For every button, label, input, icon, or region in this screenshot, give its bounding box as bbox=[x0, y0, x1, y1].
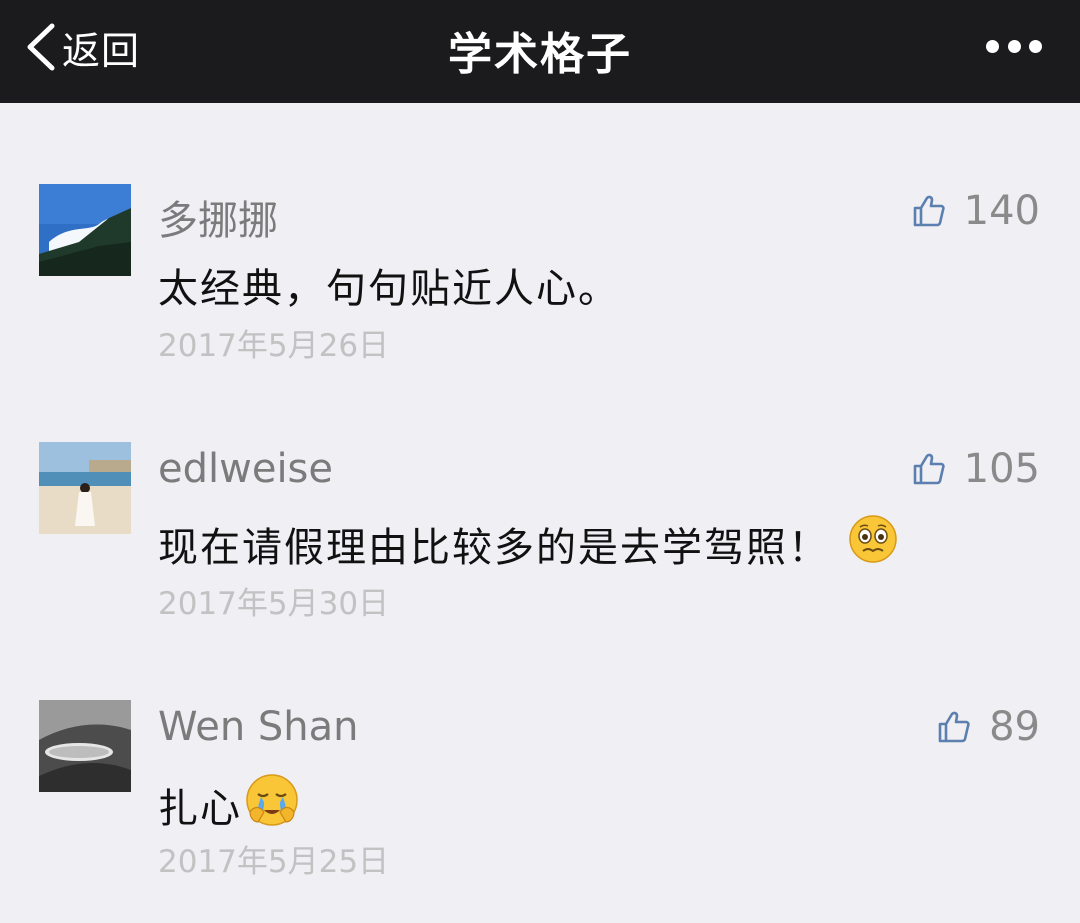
comment-text: 太经典，句句贴近人心。 bbox=[158, 256, 620, 314]
more-dots-icon[interactable] bbox=[986, 37, 1042, 55]
avatar[interactable] bbox=[39, 442, 131, 534]
thumbs-up-icon bbox=[913, 195, 945, 227]
pleading-face-emoji-icon bbox=[848, 514, 898, 574]
thumbs-up-icon bbox=[913, 453, 945, 485]
like-count: 140 bbox=[963, 188, 1040, 234]
comment-date: 2017年5月30日 bbox=[158, 586, 390, 622]
comment-nickname[interactable]: edlweise bbox=[158, 446, 333, 492]
thumbs-up-icon bbox=[938, 711, 970, 743]
comment-item: 多挪挪 140 太经典，句句贴近人心。 2017年5月26日 bbox=[0, 184, 1080, 384]
comment-date: 2017年5月26日 bbox=[158, 328, 390, 364]
comment-item: edlweise 105 现在请假理由比较多的是去学驾照！ 2017年5月30日 bbox=[0, 442, 1080, 642]
comment-item: Wen Shan 89 扎心 2017年5月25日 bbox=[0, 700, 1080, 900]
comment-text-content: 扎心 bbox=[158, 786, 242, 832]
like-count: 89 bbox=[989, 704, 1040, 750]
like-count: 105 bbox=[963, 446, 1040, 492]
comment-date: 2017年5月25日 bbox=[158, 844, 390, 880]
comment-nickname[interactable]: Wen Shan bbox=[158, 704, 359, 750]
comment-nickname[interactable]: 多挪挪 bbox=[158, 188, 278, 246]
navigation-bar: 返回 学术格子 bbox=[0, 0, 1080, 103]
like-button[interactable]: 105 bbox=[912, 444, 1040, 494]
like-button[interactable]: 89 bbox=[937, 702, 1040, 752]
avatar[interactable] bbox=[39, 184, 131, 276]
comment-text: 扎心 bbox=[158, 772, 300, 838]
crying-face-emoji-icon bbox=[244, 772, 300, 838]
comment-text-content: 现在请假理由比较多的是去学驾照！ bbox=[158, 525, 830, 571]
like-button[interactable]: 140 bbox=[912, 186, 1040, 236]
avatar[interactable] bbox=[39, 700, 131, 792]
comment-text-content: 太经典，句句贴近人心。 bbox=[158, 266, 620, 312]
comment-text: 现在请假理由比较多的是去学驾照！ bbox=[158, 514, 898, 574]
page-title: 学术格子 bbox=[448, 29, 632, 80]
